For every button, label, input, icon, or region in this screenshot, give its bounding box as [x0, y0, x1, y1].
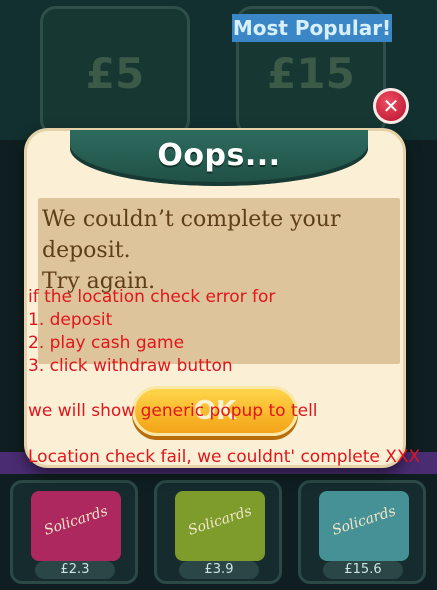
annotation-item: 3. click withdraw button	[28, 356, 233, 376]
pack-item[interactable]: Solicards £3.9	[154, 480, 282, 584]
dialog-message-line: We couldn’t complete your deposit.	[42, 207, 341, 263]
pack-item[interactable]: Solicards £2.3	[10, 480, 138, 584]
store-item-card[interactable]: £5	[40, 6, 190, 136]
close-button[interactable]: ✕	[373, 88, 409, 124]
most-popular-badge: Most Popular!	[232, 14, 392, 42]
pack-price: £2.3	[35, 561, 115, 579]
pack-item[interactable]: Solicards £15.6	[298, 480, 426, 584]
close-icon: ✕	[382, 94, 400, 118]
annotation-location-note: Location check fail, we couldnt' complet…	[28, 447, 421, 467]
annotation-item: 2. play cash game	[28, 333, 185, 353]
annotation-item: 1. deposit	[28, 310, 113, 330]
dialog-message: We couldn’t complete your deposit. Try a…	[42, 204, 392, 297]
store-item-price: £5	[85, 49, 145, 98]
pack-price: £15.6	[323, 561, 403, 579]
annotation-popup-note: we will show generic popup to tell	[28, 401, 318, 421]
annotation-steps: if the location check error for 1. depos…	[28, 286, 275, 378]
annotation-intro: if the location check error for	[28, 287, 276, 307]
store-item-price: £15	[267, 49, 355, 98]
pack-price: £3.9	[179, 561, 259, 579]
dialog-title: Oops...	[157, 138, 281, 173]
